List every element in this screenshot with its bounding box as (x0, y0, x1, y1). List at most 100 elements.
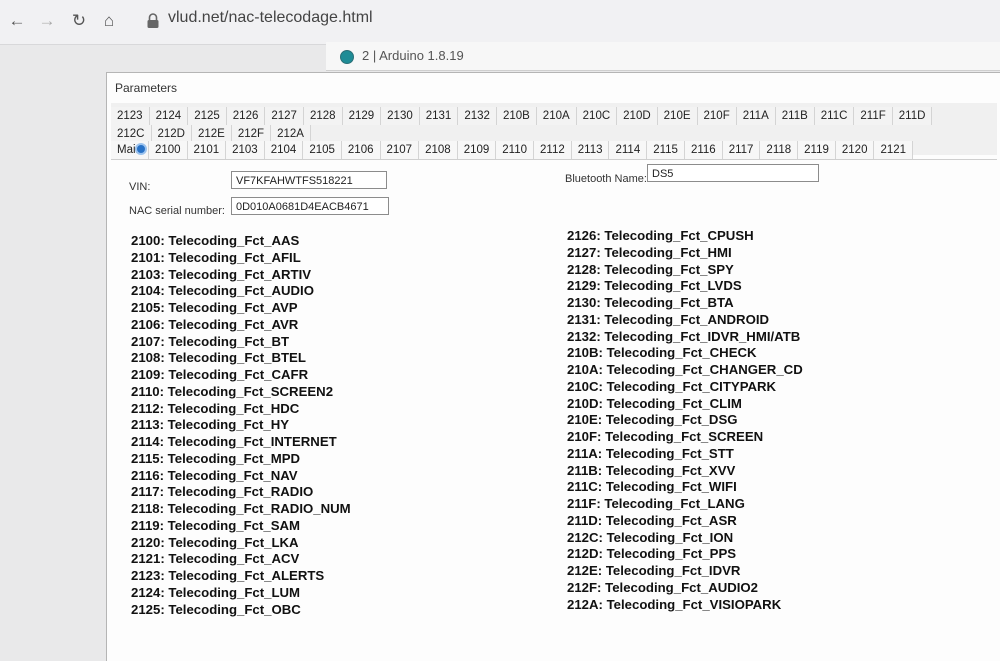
telecoding-item: 211B: Telecoding_Fct_XVV (567, 462, 736, 478)
tab-2125[interactable]: 2125 (188, 107, 227, 125)
bluetooth-name-field[interactable]: DS5 (647, 164, 819, 182)
tab-row-1: 2123 2124 2125 2126 2127 2128 2129 2130 2131 2132… (111, 107, 933, 125)
telecoding-item: 2110: Telecoding_Fct_SCREEN2 (131, 383, 334, 399)
tab-2126[interactable]: 2126 (226, 107, 266, 125)
telecoding-item: 2114: Telecoding_Fct_INTERNET (131, 434, 337, 449)
telecoding-item: 210F: Telecoding_Fct_SCREEN (567, 429, 764, 444)
telecoding-item: 210B: Telecoding_Fct_CHECK (567, 345, 757, 361)
telecoding-item: 2109: Telecoding_Fct_CAFR (131, 367, 309, 382)
lock-icon (147, 13, 159, 28)
tab-210e[interactable]: 210E (657, 107, 698, 125)
tab-211f[interactable]: 211F (854, 107, 893, 125)
tab-2114[interactable]: 2114 (609, 141, 648, 159)
tab-2123[interactable]: 2123 (111, 107, 150, 125)
tab-2127[interactable]: 2127 (265, 107, 304, 125)
telecoding-item: 2118: Telecoding_Fct_RADIO_NUM (131, 501, 351, 516)
telecoding-item: 2113: Telecoding_Fct_HY (131, 417, 290, 433)
telecoding-item: 2117: Telecoding_Fct_RADIO (131, 484, 314, 500)
tab-2113[interactable]: 2113 (571, 141, 610, 159)
tab-2104[interactable]: 2104 (264, 141, 304, 159)
tab-210f[interactable]: 210F (697, 107, 737, 125)
telecoding-item: 2123: Telecoding_Fct_ALERTS (131, 568, 325, 583)
telecoding-item: 2116: Telecoding_Fct_NAV (131, 467, 298, 483)
tab-210d[interactable]: 210D (617, 107, 658, 125)
tab-2105[interactable]: 2105 (303, 141, 342, 159)
tab-2118[interactable]: 2118 (760, 141, 799, 159)
tab-2101[interactable]: 2101 (187, 141, 227, 159)
telecoding-item: 212A: Telecoding_Fct_VISIOPARK (567, 596, 782, 612)
tab-211d[interactable]: 211D (892, 107, 933, 125)
tab-2108[interactable]: 2108 (419, 141, 458, 159)
tab-2128[interactable]: 2128 (303, 107, 343, 125)
tab-2100[interactable]: 2100 (148, 141, 188, 159)
telecoding-item: 210C: Telecoding_Fct_CITYPARK (567, 378, 777, 394)
tab-2110[interactable]: 2110 (496, 141, 535, 159)
telecoding-item: 211C: Telecoding_Fct_WIFI (567, 479, 737, 495)
telecoding-item: 212F: Telecoding_Fct_AUDIO2 (567, 579, 759, 595)
tab-211c[interactable]: 211C (814, 107, 855, 125)
tab-2117[interactable]: 2117 (722, 141, 761, 159)
telecoding-item: 2115: Telecoding_Fct_MPD (131, 450, 301, 466)
arduino-window-title: 2 | Arduino 1.8.19 (362, 48, 464, 63)
telecoding-item: 2107: Telecoding_Fct_BT (131, 333, 290, 349)
telecoding-item: 211A: Telecoding_Fct_STT (567, 445, 734, 461)
home-icon[interactable]: ⌂ (98, 10, 120, 32)
tab-main[interactable]: Main (111, 141, 149, 159)
address-bar[interactable]: vlud.net/nac-telecodage.html (168, 9, 373, 27)
telecoding-item: 211F: Telecoding_Fct_LANG (567, 496, 745, 511)
tab-2124[interactable]: 2124 (149, 107, 189, 125)
tab-2119[interactable]: 2119 (798, 141, 836, 159)
tab-2131[interactable]: 2131 (419, 107, 459, 125)
telecoding-item: 2105: Telecoding_Fct_AVP (131, 300, 298, 315)
telecoding-item: 2131: Telecoding_Fct_ANDROID (567, 311, 770, 327)
tab-2112[interactable]: 2112 (534, 141, 572, 159)
tab-211a[interactable]: 211A (736, 107, 776, 125)
tab-210a[interactable]: 210A (536, 107, 577, 125)
tab-2115[interactable]: 2115 (647, 141, 685, 159)
telecoding-item: 2120: Telecoding_Fct_LKA (131, 534, 299, 550)
tab-2107[interactable]: 2107 (380, 141, 420, 159)
cursor-icon (135, 143, 147, 155)
tab-2106[interactable]: 2106 (341, 141, 381, 159)
forward-arrow-icon[interactable]: → (36, 10, 58, 32)
tab-2121[interactable]: 2121 (874, 141, 914, 159)
parameters-window: Parameters 2123 2124 2125 2126 2127 2128 2129 2… (106, 72, 1000, 661)
telecoding-item: 2108: Telecoding_Fct_BTEL (131, 350, 306, 366)
telecoding-item: 210D: Telecoding_Fct_CLIM (567, 395, 742, 411)
telecoding-item: 212C: Telecoding_Fct_ION (567, 529, 734, 545)
telecoding-item: 2130: Telecoding_Fct_BTA (567, 295, 734, 310)
telecoding-item: 2112: Telecoding_Fct_HDC (131, 400, 300, 416)
tab-2130[interactable]: 2130 (381, 107, 420, 125)
arduino-window-titlebar[interactable]: 2 | Arduino 1.8.19 (326, 42, 1000, 71)
tab-210c[interactable]: 210C (576, 107, 618, 125)
telecoding-item: 2129: Telecoding_Fct_LVDS (567, 278, 742, 294)
serial-number-label: NAC serial number: (129, 205, 225, 217)
tab-2109[interactable]: 2109 (457, 141, 497, 159)
back-arrow-icon[interactable]: ← (6, 10, 28, 32)
telecoding-item: 2128: Telecoding_Fct_SPY (567, 261, 734, 277)
tab-2129[interactable]: 2129 (342, 107, 382, 125)
tab-2132[interactable]: 2132 (458, 107, 497, 125)
telecoding-item: 2127: Telecoding_Fct_HMI (567, 244, 732, 260)
reload-icon[interactable]: ↻ (68, 10, 90, 32)
right-telecoding-list: 2126: Telecoding_Fct_CPUSH 2127: Telecodi… (567, 228, 803, 613)
tab-211b[interactable]: 211B (775, 107, 815, 125)
tab-row-3: Main 2100 2101 2103 2104 2105 2106 2107 2108 2109… (111, 141, 914, 159)
parameters-window-title: Parameters (107, 73, 1000, 103)
tab-2103[interactable]: 2103 (226, 141, 265, 159)
telecoding-item: 2106: Telecoding_Fct_AVR (131, 316, 299, 332)
telecoding-item: 2119: Telecoding_Fct_SAM (131, 517, 301, 533)
telecoding-item: 2126: Telecoding_Fct_CPUSH (567, 228, 754, 243)
telecoding-item: 2104: Telecoding_Fct_AUDIO (131, 283, 314, 299)
tab-210b[interactable]: 210B (496, 107, 537, 125)
tab-2120[interactable]: 2120 (835, 141, 875, 159)
arduino-logo-icon (340, 50, 354, 64)
tab-2116[interactable]: 2116 (684, 141, 723, 159)
vin-field[interactable]: VF7KFAHWTFS518221 (231, 171, 387, 189)
telecoding-item: 2125: Telecoding_Fct_OBC (131, 601, 301, 617)
serial-number-field[interactable]: 0D010A0681D4EACB4671 (231, 197, 389, 215)
left-telecoding-list: 2100: Telecoding_Fct_AAS 2101: Telecoding… (131, 233, 351, 618)
vin-label: VIN: (129, 181, 151, 193)
bluetooth-name-label: Bluetooth Name: (565, 173, 647, 185)
browser-toolbar: ← → ↻ ⌂ vlud.net/nac-telecodage.html (0, 0, 1000, 45)
